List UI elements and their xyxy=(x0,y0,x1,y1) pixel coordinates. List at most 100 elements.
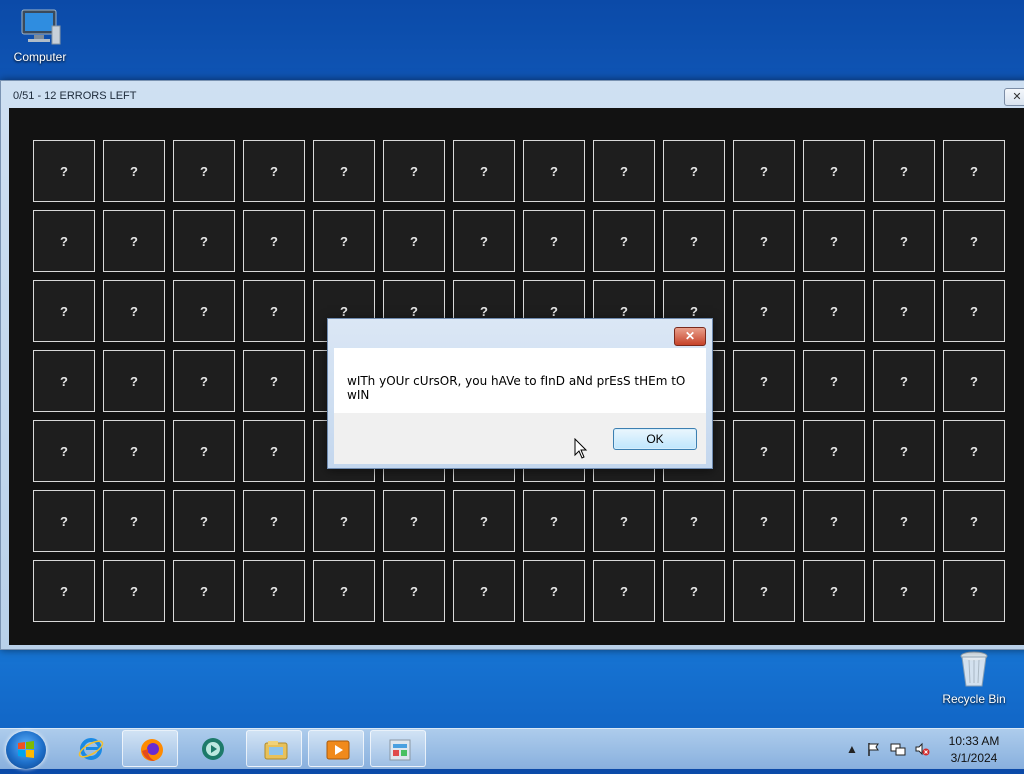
hidden-tile[interactable]: ? xyxy=(103,560,165,622)
hidden-tile[interactable]: ? xyxy=(243,350,305,412)
hidden-tile[interactable]: ? xyxy=(383,490,445,552)
firefox-icon xyxy=(141,739,163,761)
hidden-tile[interactable]: ? xyxy=(593,490,655,552)
hidden-tile[interactable]: ? xyxy=(453,210,515,272)
hidden-tile[interactable]: ? xyxy=(663,140,725,202)
hidden-tile[interactable]: ? xyxy=(873,350,935,412)
dialog-message-area: wITh yOUr cUrsOR, you hAVe to fInD aNd p… xyxy=(334,348,706,413)
hidden-tile[interactable]: ? xyxy=(943,350,1005,412)
hidden-tile[interactable]: ? xyxy=(313,490,375,552)
hidden-tile[interactable]: ? xyxy=(313,210,375,272)
hidden-tile[interactable]: ? xyxy=(173,490,235,552)
hidden-tile[interactable]: ? xyxy=(663,490,725,552)
hidden-tile[interactable]: ? xyxy=(733,560,795,622)
hidden-tile[interactable]: ? xyxy=(593,140,655,202)
hidden-tile[interactable]: ? xyxy=(803,350,865,412)
hidden-tile[interactable]: ? xyxy=(33,210,95,272)
hidden-tile[interactable]: ? xyxy=(943,490,1005,552)
show-hidden-icons-arrow-icon[interactable]: ▲ xyxy=(844,741,860,757)
hidden-tile[interactable]: ? xyxy=(173,350,235,412)
hidden-tile[interactable]: ? xyxy=(33,140,95,202)
hidden-tile[interactable]: ? xyxy=(943,280,1005,342)
hidden-tile[interactable]: ? xyxy=(103,420,165,482)
hidden-tile[interactable]: ? xyxy=(243,560,305,622)
ok-button[interactable]: OK xyxy=(613,428,697,450)
hidden-tile[interactable]: ? xyxy=(33,490,95,552)
hidden-tile[interactable]: ? xyxy=(733,140,795,202)
hidden-tile[interactable]: ? xyxy=(663,210,725,272)
hidden-tile[interactable]: ? xyxy=(873,210,935,272)
hidden-tile[interactable]: ? xyxy=(173,210,235,272)
hidden-tile[interactable]: ? xyxy=(103,350,165,412)
dialog-close-button[interactable]: ✕ xyxy=(674,327,706,346)
hidden-tile[interactable]: ? xyxy=(523,560,585,622)
window-close-button[interactable]: ✕ xyxy=(1004,88,1024,106)
taskbar-file-explorer[interactable] xyxy=(246,730,302,767)
action-center-flag-icon[interactable] xyxy=(866,741,882,757)
hidden-tile[interactable]: ? xyxy=(243,420,305,482)
hidden-tile[interactable]: ? xyxy=(733,210,795,272)
hidden-tile[interactable]: ? xyxy=(383,140,445,202)
hidden-tile[interactable]: ? xyxy=(523,210,585,272)
hidden-tile[interactable]: ? xyxy=(943,140,1005,202)
volume-muted-icon[interactable] xyxy=(914,741,930,757)
network-icon[interactable] xyxy=(890,741,906,757)
hidden-tile[interactable]: ? xyxy=(383,560,445,622)
hidden-tile[interactable]: ? xyxy=(103,280,165,342)
hidden-tile[interactable]: ? xyxy=(243,280,305,342)
hidden-tile[interactable]: ? xyxy=(523,490,585,552)
hidden-tile[interactable]: ? xyxy=(943,210,1005,272)
hidden-tile[interactable]: ? xyxy=(943,420,1005,482)
hidden-tile[interactable]: ? xyxy=(313,560,375,622)
clock-time[interactable]: 10:33 AM xyxy=(946,734,1002,748)
hidden-tile[interactable]: ? xyxy=(243,140,305,202)
hidden-tile[interactable]: ? xyxy=(173,560,235,622)
hidden-tile[interactable]: ? xyxy=(33,560,95,622)
hidden-tile[interactable]: ? xyxy=(733,280,795,342)
hidden-tile[interactable]: ? xyxy=(663,560,725,622)
taskbar-video-app[interactable] xyxy=(308,730,364,767)
hidden-tile[interactable]: ? xyxy=(803,280,865,342)
hidden-tile[interactable]: ? xyxy=(803,210,865,272)
taskbar-internet-explorer[interactable] xyxy=(62,730,118,767)
hidden-tile[interactable]: ? xyxy=(873,140,935,202)
hidden-tile[interactable]: ? xyxy=(453,140,515,202)
hidden-tile[interactable]: ? xyxy=(803,420,865,482)
hidden-tile[interactable]: ? xyxy=(453,560,515,622)
clock-date[interactable]: 3/1/2024 xyxy=(946,751,1002,765)
hidden-tile[interactable]: ? xyxy=(733,350,795,412)
hidden-tile[interactable]: ? xyxy=(103,210,165,272)
hidden-tile[interactable]: ? xyxy=(873,280,935,342)
hidden-tile[interactable]: ? xyxy=(173,140,235,202)
taskbar-game-app[interactable] xyxy=(370,730,426,767)
hidden-tile[interactable]: ? xyxy=(243,490,305,552)
hidden-tile[interactable]: ? xyxy=(803,560,865,622)
hidden-tile[interactable]: ? xyxy=(803,490,865,552)
desktop-icon-computer[interactable]: Computer xyxy=(2,8,78,64)
hidden-tile[interactable]: ? xyxy=(873,560,935,622)
hidden-tile[interactable]: ? xyxy=(33,280,95,342)
hidden-tile[interactable]: ? xyxy=(803,140,865,202)
hidden-tile[interactable]: ? xyxy=(33,420,95,482)
hidden-tile[interactable]: ? xyxy=(103,140,165,202)
taskbar-media-player[interactable] xyxy=(184,730,240,767)
hidden-tile[interactable]: ? xyxy=(313,140,375,202)
taskbar-firefox[interactable] xyxy=(122,730,178,767)
hidden-tile[interactable]: ? xyxy=(733,490,795,552)
hidden-tile[interactable]: ? xyxy=(383,210,445,272)
hidden-tile[interactable]: ? xyxy=(593,560,655,622)
hidden-tile[interactable]: ? xyxy=(733,420,795,482)
hidden-tile[interactable]: ? xyxy=(943,560,1005,622)
hidden-tile[interactable]: ? xyxy=(103,490,165,552)
hidden-tile[interactable]: ? xyxy=(593,210,655,272)
hidden-tile[interactable]: ? xyxy=(33,350,95,412)
desktop-icon-recycle-bin[interactable]: Recycle Bin xyxy=(936,650,1012,706)
start-button[interactable] xyxy=(6,731,46,769)
hidden-tile[interactable]: ? xyxy=(873,490,935,552)
hidden-tile[interactable]: ? xyxy=(873,420,935,482)
hidden-tile[interactable]: ? xyxy=(523,140,585,202)
hidden-tile[interactable]: ? xyxy=(173,420,235,482)
hidden-tile[interactable]: ? xyxy=(243,210,305,272)
hidden-tile[interactable]: ? xyxy=(453,490,515,552)
hidden-tile[interactable]: ? xyxy=(173,280,235,342)
